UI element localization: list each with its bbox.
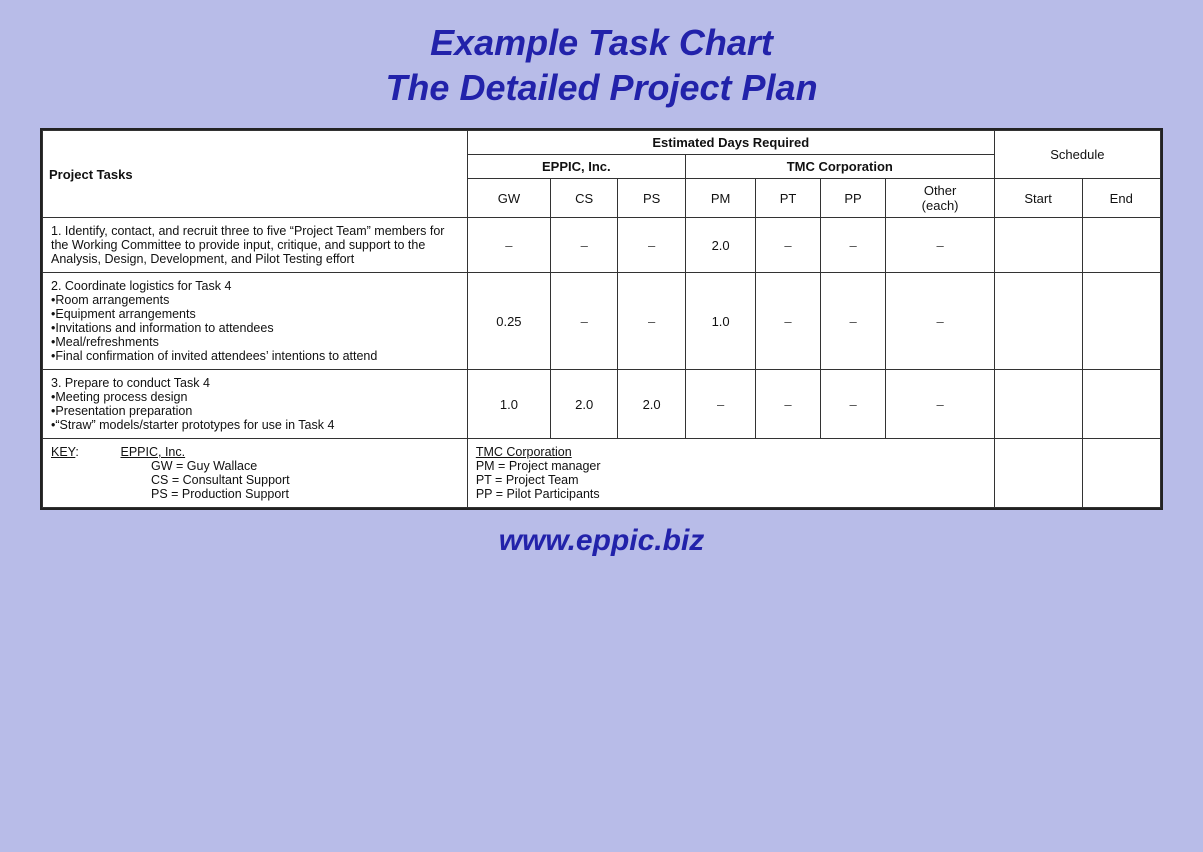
task-2-start bbox=[994, 273, 1082, 370]
task-2-pp: – bbox=[820, 273, 886, 370]
tmc-subheader: TMC Corporation bbox=[685, 155, 994, 179]
col-start-header: Start bbox=[994, 179, 1082, 218]
task-1-start bbox=[994, 218, 1082, 273]
task-1-pt: – bbox=[756, 218, 820, 273]
task-2-text: 2. Coordinate logistics for Task 4•Room … bbox=[43, 273, 468, 370]
eppic-key-gw: GW = Guy Wallace bbox=[151, 459, 257, 473]
task-3-pm: – bbox=[685, 370, 756, 439]
task-3-gw: 1.0 bbox=[467, 370, 550, 439]
task-row-2: 2. Coordinate logistics for Task 4•Room … bbox=[43, 273, 1161, 370]
key-tmc-cell: TMC Corporation PM = Project manager PT … bbox=[467, 439, 994, 508]
task-2-gw: 0.25 bbox=[467, 273, 550, 370]
task-1-other: – bbox=[886, 218, 994, 273]
col-gw-header: GW bbox=[467, 179, 550, 218]
footer-url: www.eppic.biz bbox=[40, 524, 1163, 558]
key-end-cell bbox=[1082, 439, 1161, 508]
task-1-pm: 2.0 bbox=[685, 218, 756, 273]
eppic-subheader: EPPIC, Inc. bbox=[467, 155, 685, 179]
task-3-other: – bbox=[886, 370, 994, 439]
task-1-gw: – bbox=[467, 218, 550, 273]
schedule-header: Schedule bbox=[994, 131, 1160, 179]
estimated-days-header: Estimated Days Required bbox=[467, 131, 994, 155]
col-ps-header: PS bbox=[618, 179, 685, 218]
task-2-other: – bbox=[886, 273, 994, 370]
key-row: KEY: EPPIC, Inc. GW = Guy Wallace CS = C… bbox=[43, 439, 1161, 508]
task-3-ps: 2.0 bbox=[618, 370, 685, 439]
task-row-3: 3. Prepare to conduct Task 4•Meeting pro… bbox=[43, 370, 1161, 439]
task-2-cs: – bbox=[550, 273, 617, 370]
task-3-start bbox=[994, 370, 1082, 439]
task-1-pp: – bbox=[820, 218, 886, 273]
eppic-key-header: EPPIC, Inc. bbox=[120, 445, 185, 459]
col-pp-header: PP bbox=[820, 179, 886, 218]
task-2-pt: – bbox=[756, 273, 820, 370]
col-end-header: End bbox=[1082, 179, 1161, 218]
tmc-key-pt: PT = Project Team bbox=[476, 473, 579, 487]
task-1-end bbox=[1082, 218, 1161, 273]
task-row-1: 1. Identify, contact, and recruit three … bbox=[43, 218, 1161, 273]
task-3-end bbox=[1082, 370, 1161, 439]
tmc-key-header: TMC Corporation bbox=[476, 445, 572, 459]
page-title: Example Task Chart The Detailed Project … bbox=[385, 20, 817, 110]
task-chart-table: Project Tasks Estimated Days Required Sc… bbox=[40, 128, 1163, 510]
project-tasks-header: Project Tasks bbox=[43, 131, 468, 218]
task-3-text: 3. Prepare to conduct Task 4•Meeting pro… bbox=[43, 370, 468, 439]
task-1-ps: – bbox=[618, 218, 685, 273]
task-3-cs: 2.0 bbox=[550, 370, 617, 439]
header-row-1: Project Tasks Estimated Days Required Sc… bbox=[43, 131, 1161, 155]
task-2-pm: 1.0 bbox=[685, 273, 756, 370]
col-pt-header: PT bbox=[756, 179, 820, 218]
key-label: KEY: EPPIC, Inc. bbox=[51, 445, 185, 459]
col-other-header: Other(each) bbox=[886, 179, 994, 218]
key-start-cell bbox=[994, 439, 1082, 508]
eppic-key-ps: PS = Production Support bbox=[151, 487, 289, 501]
tmc-key-pm: PM = Project manager bbox=[476, 459, 601, 473]
key-eppic-cell: KEY: EPPIC, Inc. GW = Guy Wallace CS = C… bbox=[43, 439, 468, 508]
task-1-cs: – bbox=[550, 218, 617, 273]
tmc-key-pp: PP = Pilot Participants bbox=[476, 487, 600, 501]
eppic-key-cs: CS = Consultant Support bbox=[151, 473, 290, 487]
task-3-pp: – bbox=[820, 370, 886, 439]
task-2-ps: – bbox=[618, 273, 685, 370]
col-pm-header: PM bbox=[685, 179, 756, 218]
task-1-text: 1. Identify, contact, and recruit three … bbox=[43, 218, 468, 273]
task-2-end bbox=[1082, 273, 1161, 370]
task-3-pt: – bbox=[756, 370, 820, 439]
col-cs-header: CS bbox=[550, 179, 617, 218]
